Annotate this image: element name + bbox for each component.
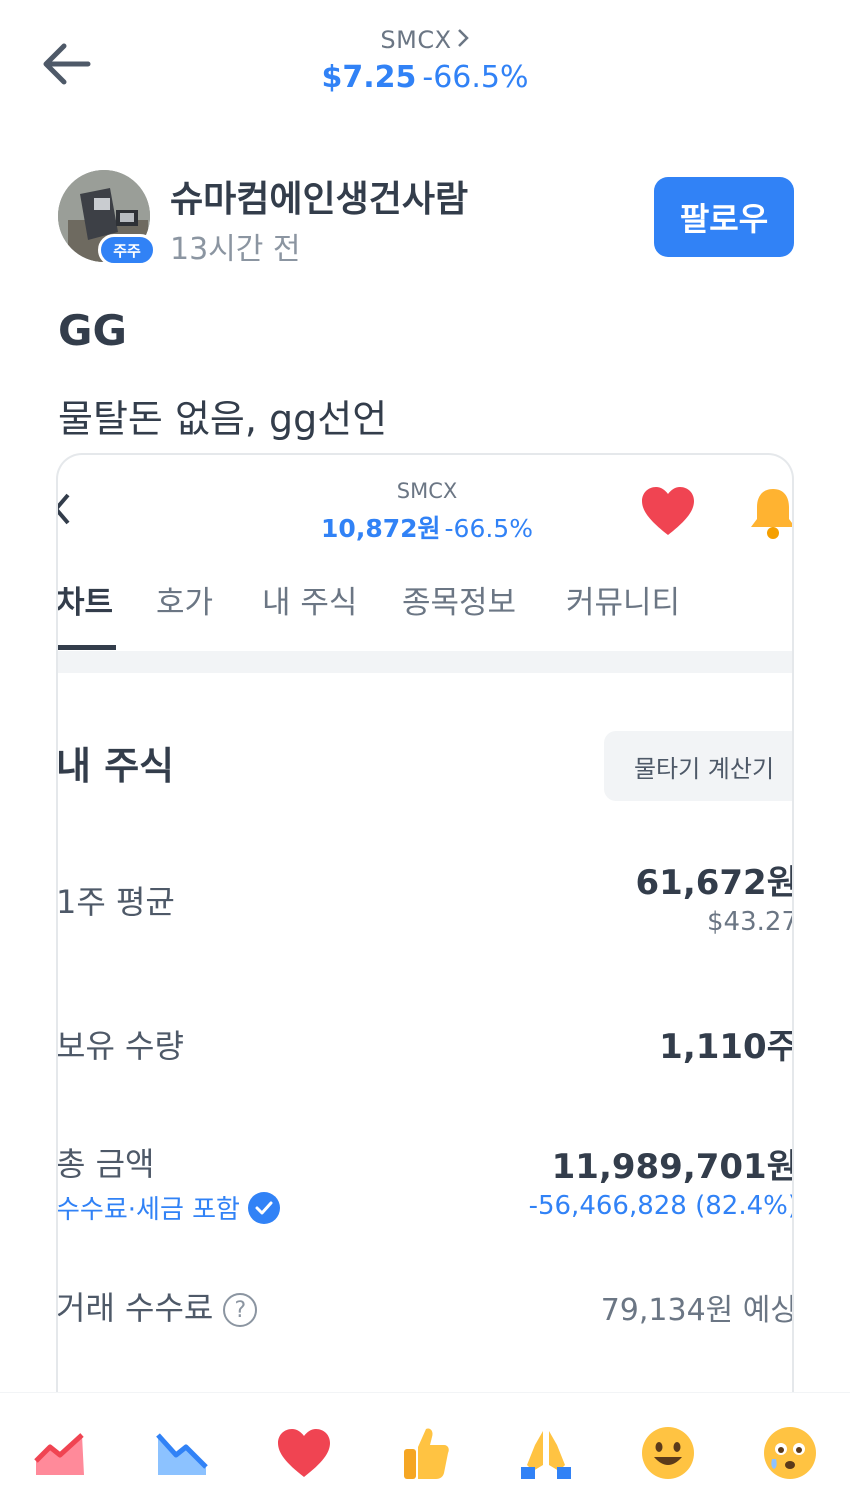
fee-tax-included-note: 수수료·세금 포함 (56, 1189, 280, 1226)
follow-button[interactable]: 팔로우 (654, 177, 794, 257)
quantity-label: 보유 수량 (56, 1027, 184, 1065)
trading-fee-text: 거래 수수료 (56, 1289, 214, 1327)
stock-price: $7.25 (321, 60, 417, 95)
check-icon (247, 1191, 280, 1224)
embed-change: -66.5% (444, 514, 533, 543)
help-icon[interactable]: ? (223, 1293, 258, 1327)
post-title: GG (58, 306, 127, 355)
tab-stock-info[interactable]: 종목정보 (402, 577, 516, 622)
author-name[interactable]: 슈마컴에인생건사람 (170, 170, 468, 222)
avg-price-usd: $43.27 (707, 907, 794, 937)
tab-chart[interactable]: 차트 (58, 577, 113, 622)
heart-icon (642, 487, 694, 535)
top-bar: SMCX $7.25 -66.5% (0, 0, 850, 120)
avg-price-label: 1주 평균 (56, 883, 175, 921)
author-row: 주주 슈마컴에인생건사람 13시간 전 팔로우 (58, 170, 798, 267)
section-title: 내 주식 (56, 744, 175, 788)
active-tab-indicator (58, 645, 116, 650)
ticker-symbol: SMCX (380, 26, 452, 54)
heart-icon[interactable] (274, 1423, 334, 1483)
total-amount-label: 총 금액 (56, 1145, 155, 1183)
worried-icon[interactable] (760, 1423, 820, 1483)
quantity-value: 1,110주 (659, 1027, 794, 1067)
embed-price: 10,872원 (321, 514, 441, 543)
pray-icon[interactable] (516, 1423, 576, 1483)
post-time: 13시간 전 (170, 232, 301, 267)
tab-my-stock[interactable]: 내 주식 (262, 577, 357, 622)
section-divider (58, 651, 792, 673)
tab-community[interactable]: 커뮤니티 (566, 577, 680, 622)
shareholder-badge: 주주 (98, 234, 156, 266)
reaction-bar (0, 1392, 850, 1491)
fee-tax-note-text: 수수료·세금 포함 (56, 1195, 240, 1225)
trading-fee-value: 79,134원 예상 (600, 1293, 794, 1328)
thumbs-up-icon[interactable] (396, 1423, 456, 1483)
averaging-calculator-button[interactable]: 물타기 계산기 (604, 731, 792, 801)
stock-link[interactable]: SMCX $7.25 -66.5% (0, 26, 850, 95)
total-profit-loss: -56,466,828 (82.4%) (528, 1191, 794, 1221)
tab-orderbook[interactable]: 호가 (156, 577, 213, 622)
smile-icon[interactable] (638, 1423, 698, 1483)
chart-down-icon[interactable] (152, 1423, 212, 1483)
post-body: 물탈돈 없음, gg선언 (58, 397, 388, 441)
embed-tabs: 차트 호가 내 주식 종목정보 커뮤니티 (58, 577, 792, 649)
chart-up-icon[interactable] (30, 1423, 90, 1483)
attached-image[interactable]: SMCX 10,872원 -66.5% 차트 호가 내 주식 종목정보 커뮤니티 … (56, 453, 794, 1453)
trading-fee-label: 거래 수수료? (56, 1283, 258, 1329)
chevron-right-icon (456, 26, 470, 54)
stock-change: -66.5% (422, 60, 529, 95)
avg-price-value: 61,672원 (635, 863, 794, 903)
bell-icon (751, 489, 792, 539)
total-amount-value: 11,989,701원 (551, 1147, 794, 1187)
